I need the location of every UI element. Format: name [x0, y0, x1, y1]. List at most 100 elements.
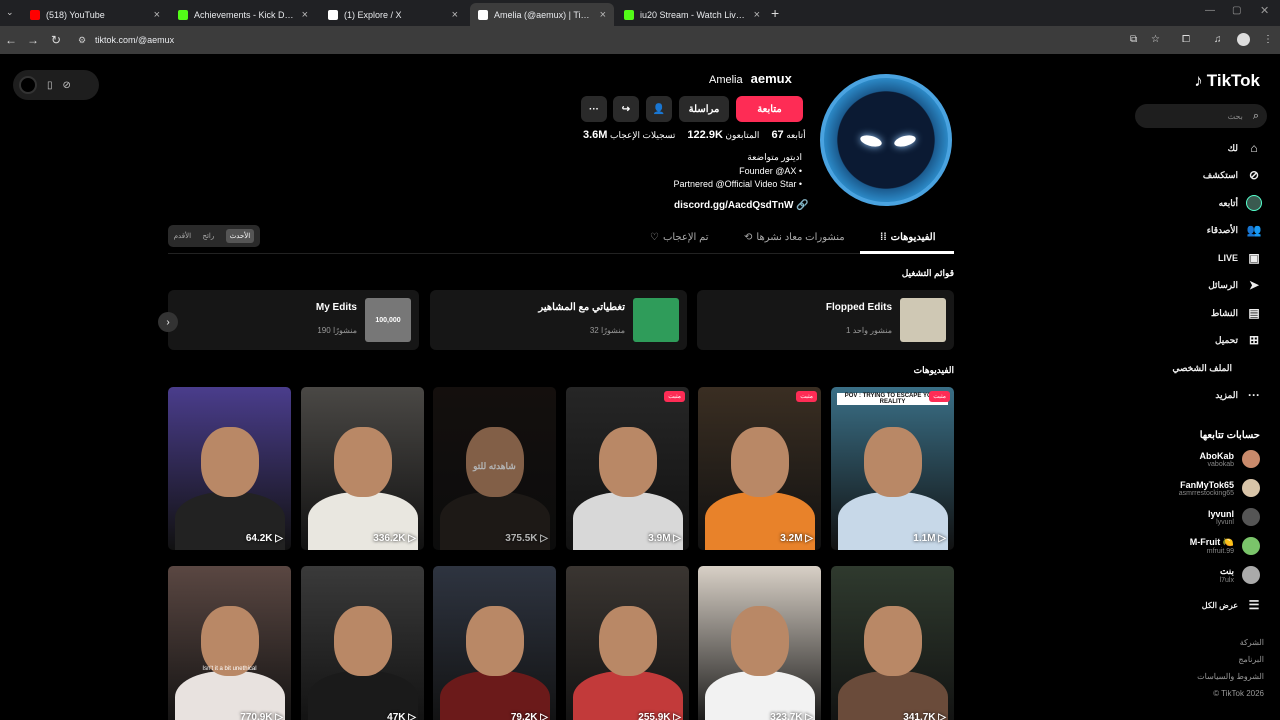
- video-thumbnail[interactable]: مثبت 3.2M ▷: [698, 387, 821, 550]
- pinned-badge: مثبت: [796, 391, 817, 402]
- username: aemux: [750, 71, 792, 86]
- tab-search-icon[interactable]: ⌄: [6, 7, 14, 18]
- playlist-card[interactable]: Flopped Edits 1 منشور واحد: [697, 290, 954, 350]
- sort-option[interactable]: الأقدم: [174, 232, 191, 240]
- sidebar-item[interactable]: أتابعه: [1219, 193, 1262, 213]
- browser-tab[interactable]: iu20 Stream - Watch Live on Ki... ×: [616, 3, 768, 26]
- tab-close-icon[interactable]: ×: [452, 9, 458, 21]
- video-thumbnail[interactable]: 64.2K ▷: [168, 387, 291, 550]
- profile-avatar[interactable]: [1237, 33, 1250, 46]
- browser-tab[interactable]: (518) YouTube ×: [22, 3, 168, 26]
- site-info-icon[interactable]: ⚙: [78, 35, 86, 46]
- playlist-next-button[interactable]: ›: [158, 312, 178, 332]
- sort-option[interactable]: الأحدث: [225, 229, 255, 243]
- play-icon: ▷: [802, 712, 813, 720]
- media-control-icon[interactable]: ♫: [1214, 34, 1222, 45]
- tab-close-icon[interactable]: ×: [154, 9, 160, 21]
- playlist-card[interactable]: تغطياتي مع المشاهير 32 منشورًا: [430, 290, 687, 350]
- stat-label: المتابعون: [725, 130, 760, 140]
- tab-close-icon[interactable]: ×: [754, 9, 760, 21]
- video-thumbnail[interactable]: شاهدته للتو 375.5K ▷: [433, 387, 556, 550]
- browser-tab-title: Achievements - Kick Dashboard: [194, 9, 296, 20]
- add-friend-button[interactable]: 👤: [646, 96, 672, 122]
- sidebar-item[interactable]: LIVE ▣: [1218, 248, 1262, 268]
- bookmark-star-icon[interactable]: ☆: [1151, 34, 1160, 45]
- more-options-button[interactable]: ···: [581, 96, 607, 122]
- video-thumbnail[interactable]: Isn't it a bit unethical 770.9K ▷: [168, 566, 291, 720]
- playlist-card[interactable]: 100,000 My Edits 190 منشورًا: [168, 290, 419, 350]
- video-thumbnail[interactable]: 341.7K ▷: [831, 566, 954, 720]
- forward-button[interactable]: →: [22, 33, 44, 47]
- tab-favicon-icon: [478, 9, 488, 20]
- install-icon[interactable]: ⧉: [1130, 34, 1137, 45]
- maximize-button[interactable]: ▢: [1232, 5, 1241, 16]
- tiktok-logo[interactable]: ♪ TikTok: [1194, 71, 1260, 91]
- video-views: 255.9K ▷: [638, 712, 681, 720]
- sidebar-item[interactable]: تحميل ⊞: [1215, 330, 1262, 350]
- tab-favicon-icon: [178, 9, 188, 20]
- sidebar-item[interactable]: استكشف ⊘: [1203, 165, 1262, 185]
- following-account[interactable]: M-Fruit 🍋 mfruit.99: [1190, 537, 1260, 555]
- playlist-count: 190 منشورًا: [317, 326, 357, 335]
- search-input[interactable]: بحث ⌕: [1135, 104, 1267, 128]
- watched-label: شاهدته للتو: [473, 461, 516, 471]
- record-icon[interactable]: [19, 76, 37, 94]
- following-account[interactable]: بنت l7ulx: [1220, 566, 1260, 584]
- footer-link[interactable]: الشروط والسياسات: [1197, 672, 1264, 681]
- tab-close-icon[interactable]: ×: [600, 9, 606, 21]
- video-person-head: [730, 427, 789, 497]
- tab-favicon-icon: [328, 9, 338, 20]
- show-all-following[interactable]: عرض الكل ☰: [1202, 595, 1262, 615]
- profile-link[interactable]: discord.gg/AacdQsdTnW 🔗: [674, 200, 809, 211]
- account-avatar: [1242, 479, 1260, 497]
- sidebar-item[interactable]: الملف الشخصي: [1172, 358, 1232, 378]
- video-thumbnail[interactable]: 323.7K ▷: [698, 566, 821, 720]
- compass-icon[interactable]: ⊘: [63, 80, 71, 91]
- phone-icon[interactable]: ▯: [47, 80, 53, 91]
- sidebar-item-label: أتابعه: [1218, 197, 1238, 208]
- following-account[interactable]: AboKab vabokab: [1200, 450, 1260, 468]
- url-field[interactable]: tiktok.com/@aemux: [95, 35, 174, 45]
- views-count: 3.2M: [780, 533, 803, 544]
- video-views: 375.5K ▷: [505, 533, 548, 544]
- new-tab-button[interactable]: +: [771, 5, 779, 21]
- video-thumbnail[interactable]: 79.2K ▷: [433, 566, 556, 720]
- video-thumbnail[interactable]: 336.2K ▷: [301, 387, 424, 550]
- extensions-icon[interactable]: ⧠: [1182, 34, 1190, 45]
- following-account[interactable]: lyvunl lyvunl: [1208, 508, 1260, 526]
- sort-option[interactable]: رائج: [202, 232, 214, 240]
- sidebar-item[interactable]: الرسائل ➤: [1208, 275, 1262, 295]
- views-count: 79.2K: [510, 712, 538, 720]
- share-button[interactable]: ↪: [613, 96, 639, 122]
- browser-tab[interactable]: Amelia (@aemux) | TikTok ×: [470, 3, 614, 26]
- video-thumbnail[interactable]: مثبت 3.9M ▷: [566, 387, 689, 550]
- profile-avatar-large[interactable]: [820, 74, 952, 206]
- reload-button[interactable]: ↻: [45, 33, 67, 47]
- footer-link[interactable]: البرنامج: [1238, 655, 1264, 664]
- follow-button[interactable]: متابعة: [736, 96, 803, 122]
- menu-kebab-icon[interactable]: ⋮: [1263, 34, 1273, 45]
- sidebar-item[interactable]: النشاط ▤: [1211, 303, 1262, 323]
- sidebar-item[interactable]: الأصدقاء 👥: [1207, 220, 1262, 240]
- browser-tab[interactable]: (1) Explore / X ×: [320, 3, 466, 26]
- video-thumbnail[interactable]: 47K ▷: [301, 566, 424, 720]
- playlists-heading: قوائم التشغيل: [901, 268, 954, 278]
- tab-liked[interactable]: ♡ تم الإعجاب: [650, 232, 709, 243]
- video-thumbnail[interactable]: POV : TRYING TO ESCAPE YOUR REALITY مثبت 1…: [831, 387, 954, 550]
- message-button[interactable]: مراسلة: [679, 96, 729, 122]
- account-names: lyvunl lyvunl: [1208, 509, 1234, 526]
- browser-tab[interactable]: Achievements - Kick Dashboard ×: [170, 3, 316, 26]
- tab-reposts[interactable]: ⟲ منشورات معاد نشرها: [744, 232, 845, 243]
- back-button[interactable]: ←: [0, 33, 22, 47]
- video-thumbnail[interactable]: 255.9K ▷: [566, 566, 689, 720]
- sidebar-item[interactable]: المزيد ···: [1215, 385, 1262, 405]
- minimize-button[interactable]: —: [1205, 5, 1215, 16]
- sidebar-item[interactable]: لك ⌂: [1228, 138, 1262, 158]
- close-window-button[interactable]: ✕: [1260, 4, 1269, 17]
- footer-link[interactable]: الشركة: [1240, 638, 1264, 647]
- footer-link[interactable]: © TikTok 2026: [1213, 689, 1264, 698]
- following-account[interactable]: FanMyTok65 asmrrestocking65: [1179, 479, 1260, 497]
- account-handle: vabokab: [1207, 460, 1234, 468]
- tab-videos[interactable]: ⁞⁞ الفيديوهات: [880, 232, 936, 243]
- tab-close-icon[interactable]: ×: [302, 9, 308, 21]
